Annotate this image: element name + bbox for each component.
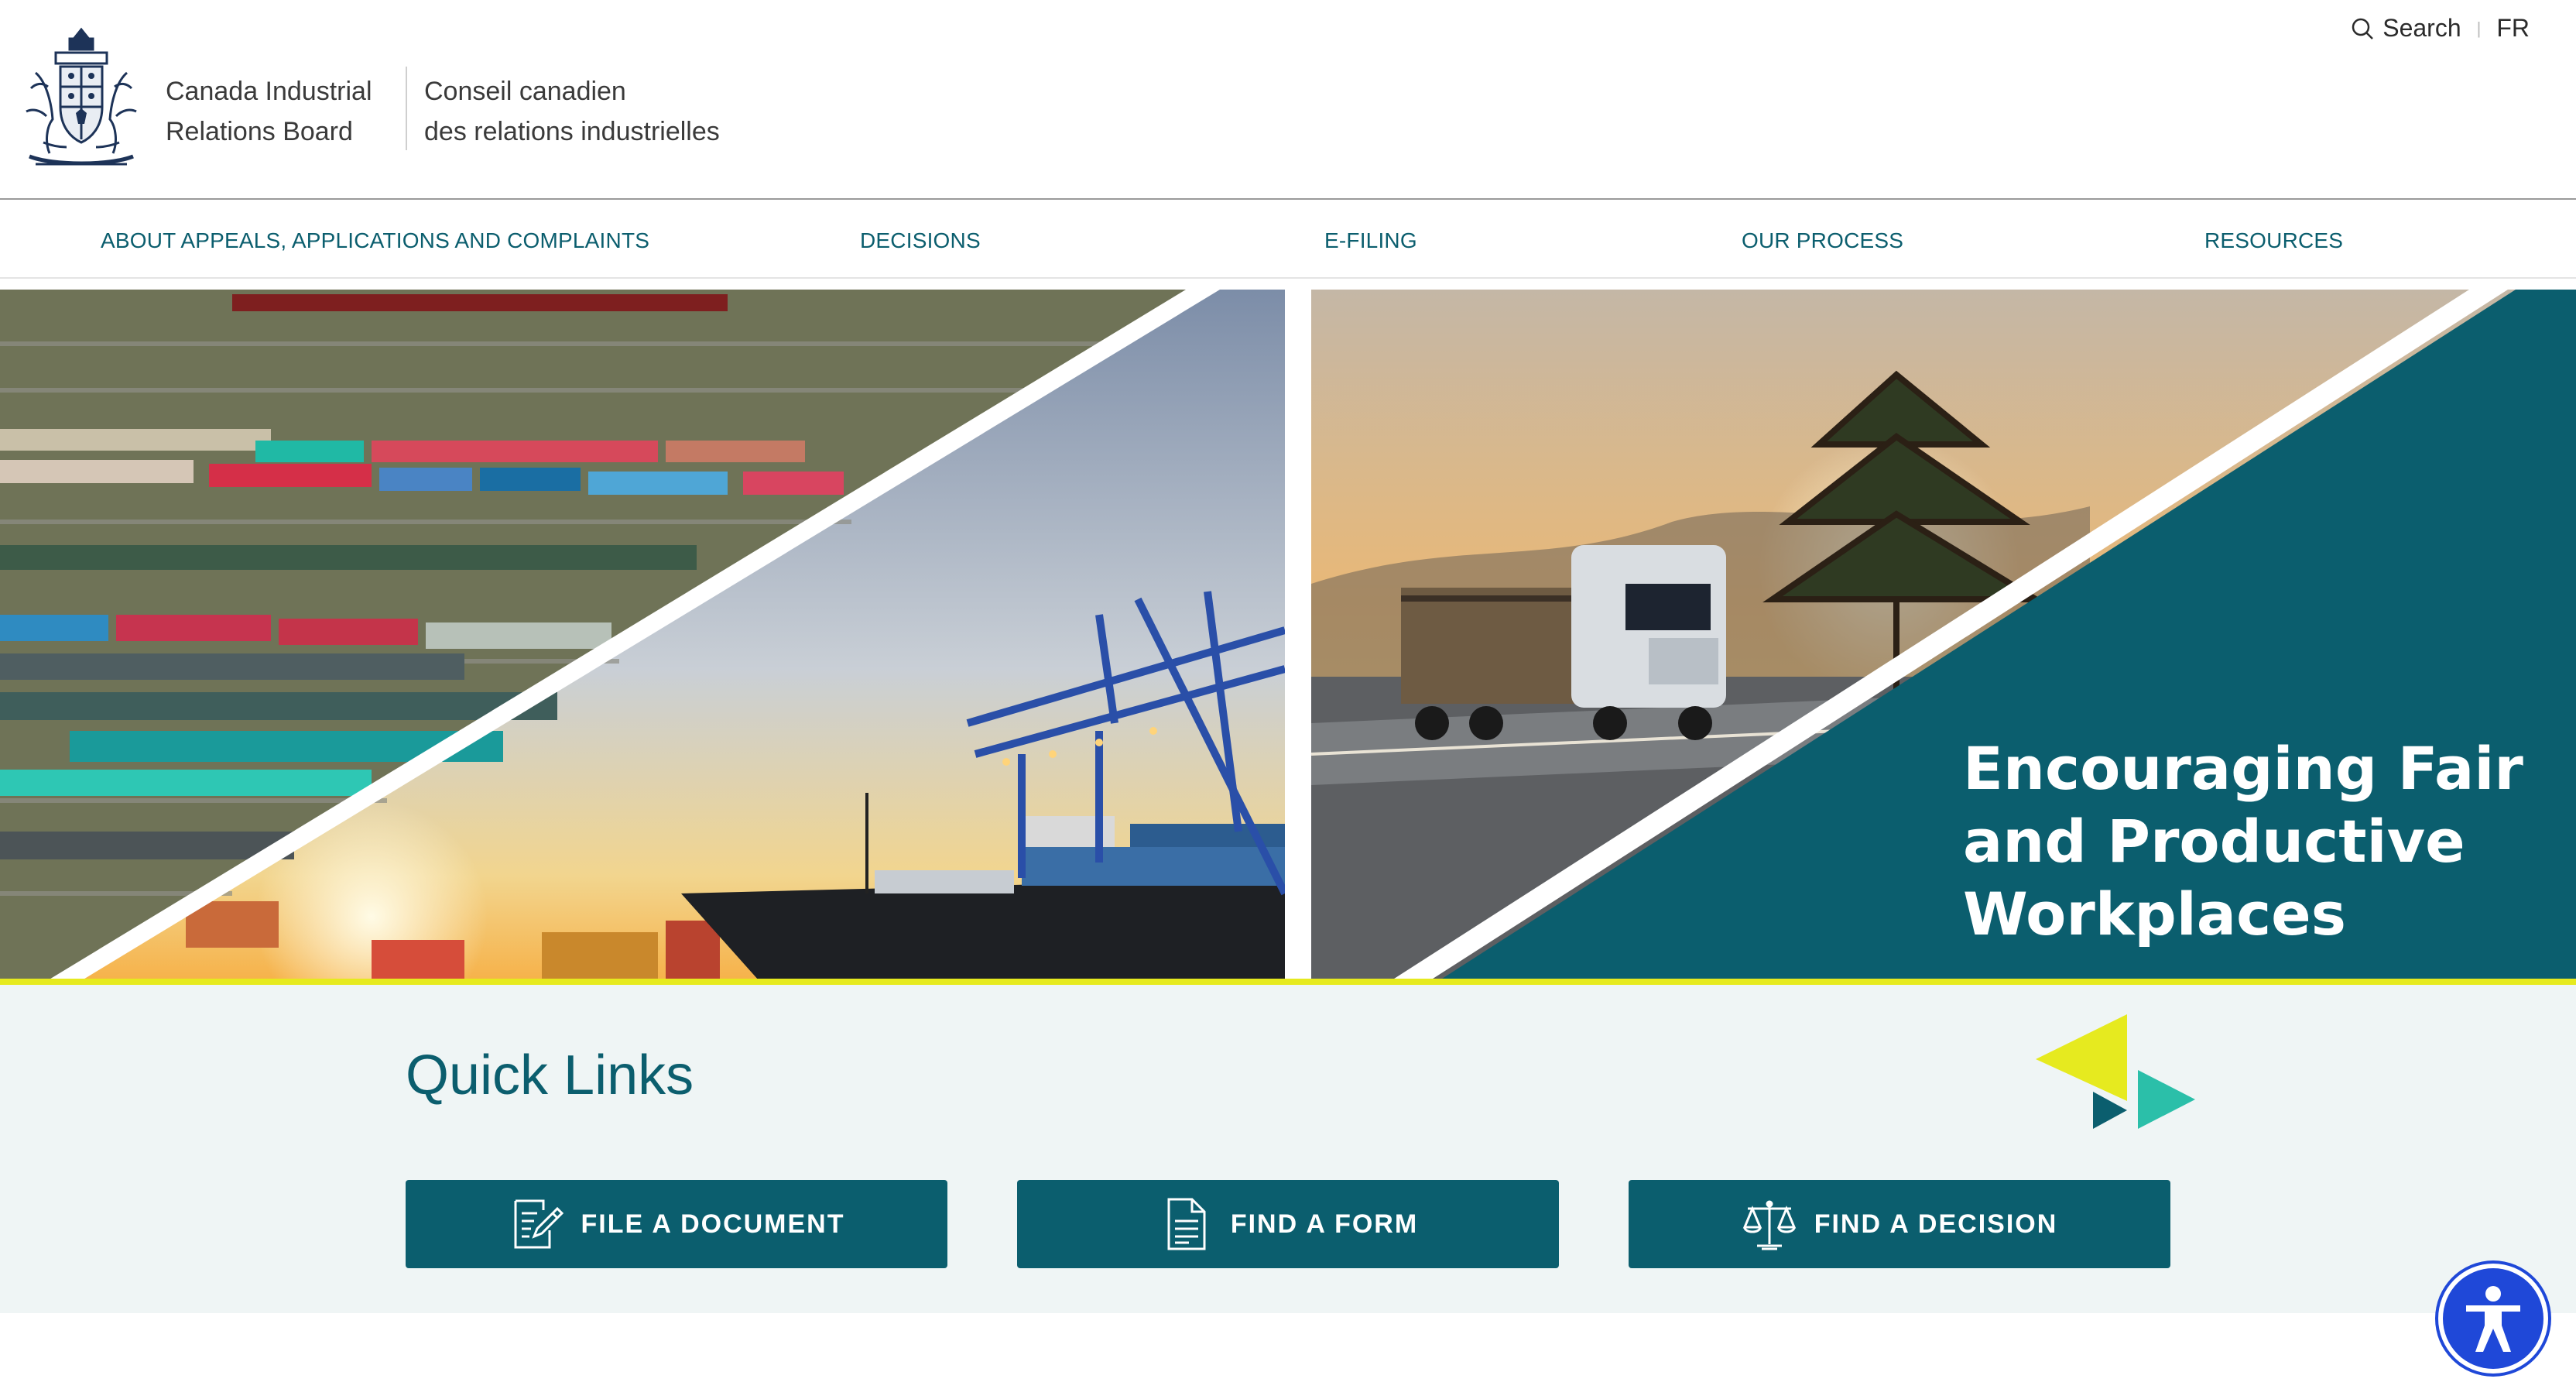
file-a-document-label: FILE A DOCUMENT	[581, 1209, 845, 1239]
org-name-fr-line2: des relations industrielles	[424, 117, 720, 146]
triangle-decoration-icon	[2036, 1014, 2195, 1129]
find-a-decision-button[interactable]: FIND A DECISION	[1629, 1180, 2170, 1268]
utility-separator: |	[2476, 18, 2482, 38]
hero-title: Encouraging Fair and Productive Workplac…	[1963, 732, 2551, 951]
nav-item-about-appeals[interactable]: ABOUT APPEALS, APPLICATIONS AND COMPLAIN…	[101, 200, 649, 277]
coat-of-arms-icon[interactable]	[20, 26, 142, 170]
site-header: Canada Industrial Relations Board Consei…	[0, 0, 2576, 198]
quick-links-title: Quick Links	[406, 1044, 694, 1106]
hero-title-line1: Encouraging Fair	[1963, 734, 2523, 803]
file-a-document-button[interactable]: FILE A DOCUMENT	[406, 1180, 947, 1268]
main-navigation: ABOUT APPEALS, APPLICATIONS AND COMPLAIN…	[0, 198, 2576, 279]
hero-title-line3: Workplaces	[1963, 880, 2346, 948]
nav-item-resources[interactable]: RESOURCES	[2204, 200, 2343, 277]
nav-item-decisions[interactable]: DECISIONS	[860, 200, 981, 277]
org-name-en-line2: Relations Board	[166, 117, 353, 146]
file-edit-icon	[514, 1199, 564, 1249]
org-name-en-line1: Canada Industrial	[166, 77, 372, 106]
org-name-fr-line1: Conseil canadien	[424, 77, 626, 106]
search-label: Search	[2382, 14, 2461, 42]
language-toggle-link[interactable]: FR	[2496, 14, 2530, 43]
org-name-english[interactable]: Canada Industrial Relations Board	[166, 71, 372, 152]
search-link[interactable]: Search	[2350, 14, 2461, 43]
find-a-decision-label: FIND A DECISION	[1814, 1209, 2058, 1239]
nav-item-e-filing[interactable]: E-FILING	[1324, 200, 1417, 277]
accessibility-person-icon	[2466, 1286, 2520, 1352]
org-name-divider	[406, 67, 407, 150]
hero-accent-stripe	[0, 979, 2576, 985]
scales-icon	[1742, 1200, 1796, 1250]
quick-links-section: Quick Links FILE A DOCUMENT FIND A FORM …	[0, 985, 2576, 1313]
document-icon	[1167, 1198, 1206, 1250]
hero-title-line2: and Productive	[1963, 807, 2465, 876]
find-a-form-label: FIND A FORM	[1230, 1209, 1419, 1239]
org-name-french[interactable]: Conseil canadien des relations industrie…	[424, 71, 720, 152]
hero-banner: Encouraging Fair and Productive Workplac…	[0, 290, 2576, 980]
search-icon	[2352, 18, 2374, 39]
utility-links: Search | FR	[2350, 14, 2530, 43]
accessibility-widget-button[interactable]	[2443, 1268, 2543, 1369]
find-a-form-button[interactable]: FIND A FORM	[1017, 1180, 1559, 1268]
nav-item-our-process[interactable]: OUR PROCESS	[1742, 200, 1903, 277]
